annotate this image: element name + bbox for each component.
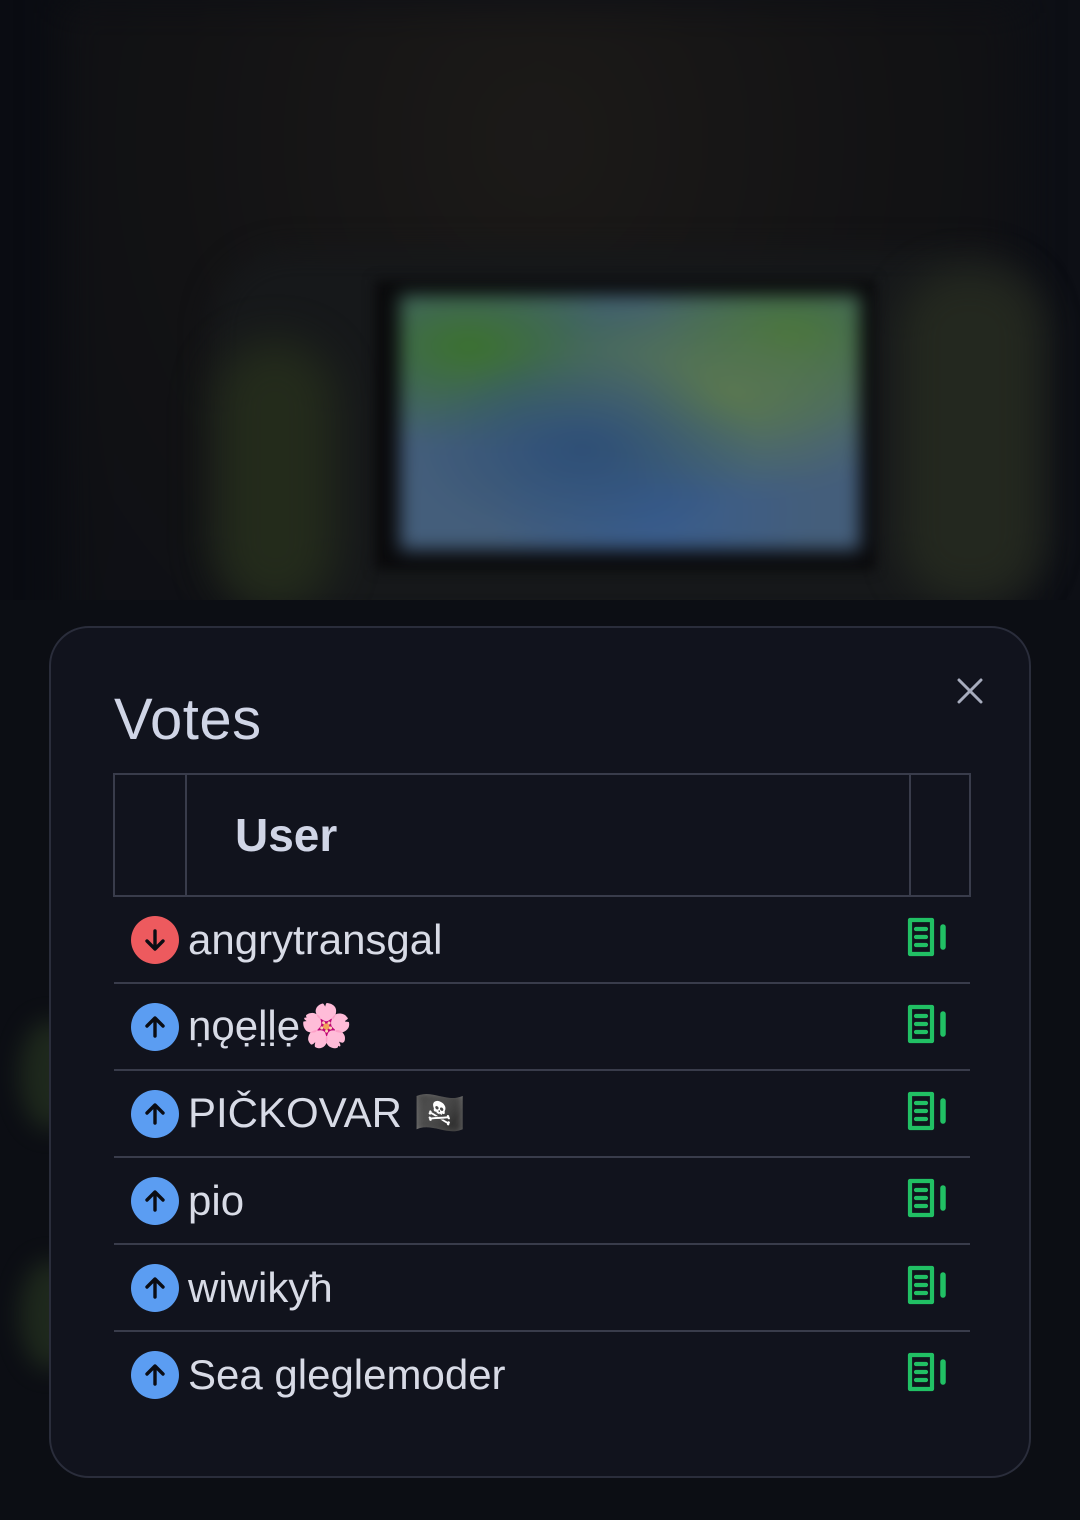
- upvote-icon: [131, 1263, 179, 1312]
- user-name: angrytransgal: [186, 896, 910, 984]
- vote-cell: [114, 896, 186, 984]
- view-details-icon: [906, 917, 950, 962]
- table-row: Sea gleglemoder: [114, 1331, 970, 1417]
- close-button[interactable]: [949, 670, 991, 712]
- user-name: pio: [186, 1157, 910, 1245]
- action-cell: [907, 983, 970, 1071]
- action-cell: [907, 1157, 970, 1245]
- close-icon: [957, 678, 983, 704]
- header-vote: [113, 773, 187, 897]
- vote-cell: [114, 983, 186, 1071]
- table-row: ṇǫẹḷḷẹ🌸: [114, 983, 970, 1071]
- action-cell: [907, 1244, 970, 1332]
- user-name: PIČKOVAR 🏴‍☠️: [186, 1070, 910, 1158]
- view-details-icon: [906, 1352, 950, 1397]
- view-details-button[interactable]: [904, 1264, 952, 1312]
- action-cell: [907, 896, 970, 984]
- votes-modal: Votes User angrytransgal ṇǫẹḷḷẹ🌸 PIČKOVAR …: [49, 626, 1031, 1478]
- table-row: angrytransgal: [114, 896, 970, 984]
- action-cell: [907, 1070, 970, 1158]
- votes-table: User angrytransgal ṇǫẹḷḷẹ🌸 PIČKOVAR 🏴‍☠️ pi…: [113, 773, 971, 1417]
- view-details-icon: [906, 1265, 950, 1310]
- user-name: ṇǫẹḷḷẹ🌸: [186, 983, 910, 1071]
- table-header-row: User: [113, 773, 971, 897]
- upvote-icon: [131, 1176, 179, 1225]
- downvote-icon: [131, 915, 179, 964]
- upvote-icon: [131, 1350, 179, 1399]
- table-row: PIČKOVAR 🏴‍☠️: [114, 1070, 970, 1158]
- header-action: [909, 773, 971, 897]
- view-details-icon: [906, 1091, 950, 1136]
- view-details-button[interactable]: [904, 1003, 952, 1051]
- view-details-icon: [906, 1004, 950, 1049]
- table-row: wiwikyħ: [114, 1244, 970, 1332]
- action-cell: [907, 1331, 970, 1417]
- vote-cell: [114, 1244, 186, 1332]
- upvote-icon: [131, 1089, 179, 1138]
- table-row: pio: [114, 1157, 970, 1245]
- view-details-button[interactable]: [904, 1351, 952, 1399]
- view-details-button[interactable]: [904, 1177, 952, 1225]
- vote-cell: [114, 1331, 186, 1417]
- user-name: Sea gleglemoder: [188, 1350, 506, 1398]
- view-details-icon: [906, 1178, 950, 1223]
- vote-cell: [114, 1157, 186, 1245]
- user-name: wiwikyħ: [186, 1244, 910, 1332]
- view-details-button[interactable]: [904, 1090, 952, 1138]
- header-user: User: [185, 773, 911, 897]
- vote-cell: [114, 1070, 186, 1158]
- upvote-icon: [131, 1002, 179, 1051]
- modal-title: Votes: [114, 687, 262, 752]
- view-details-button[interactable]: [904, 916, 952, 964]
